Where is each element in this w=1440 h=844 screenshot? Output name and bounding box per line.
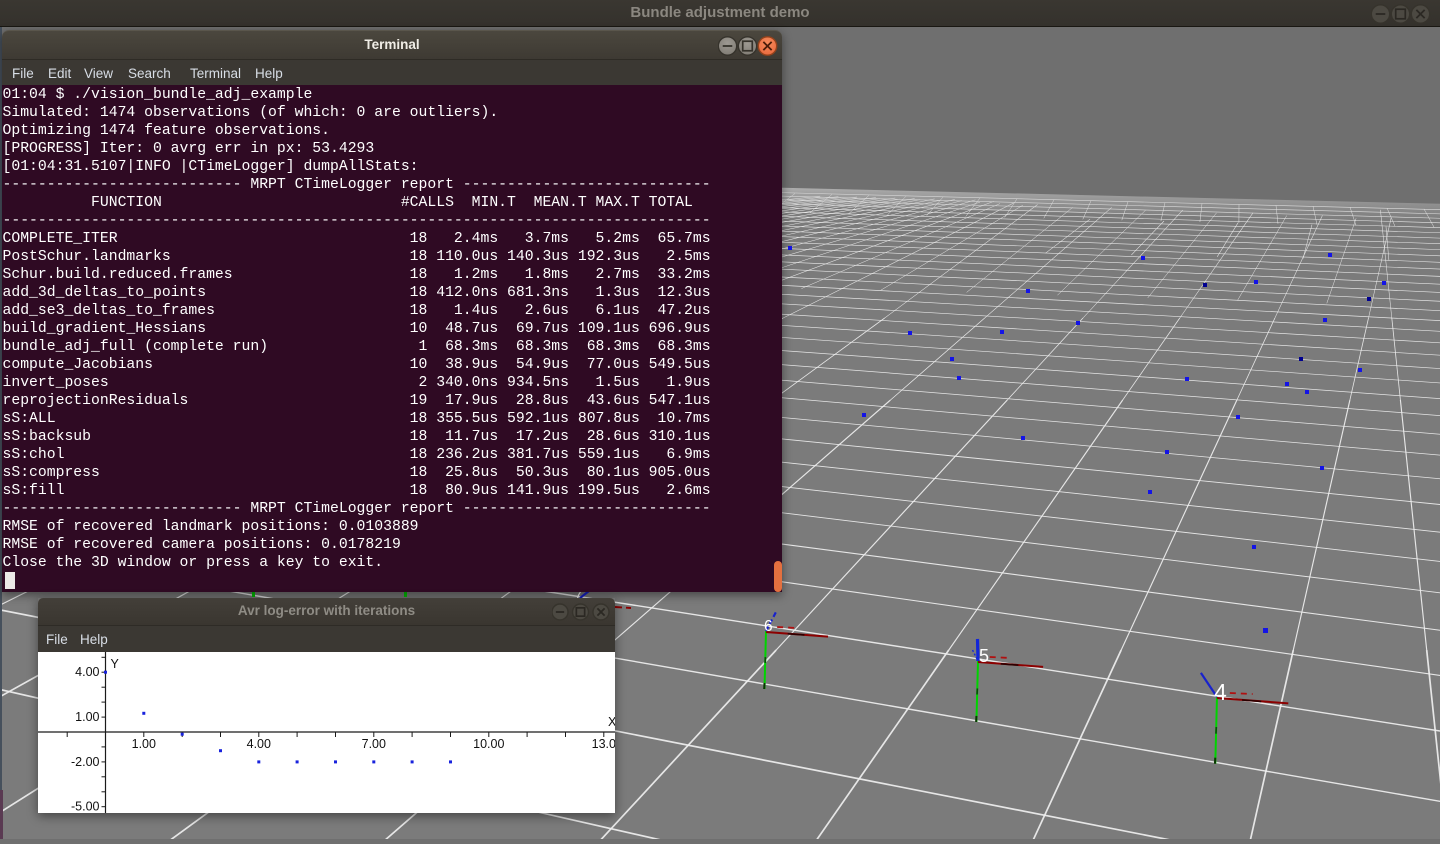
svg-text:-5.00: -5.00 [71,800,100,813]
svg-text:7.00: 7.00 [362,737,386,751]
svg-text:Y: Y [111,657,120,671]
svg-text:13.0: 13.0 [592,737,615,751]
svg-text:5: 5 [979,646,989,666]
svg-text:X: X [608,715,615,729]
svg-text:-2.00: -2.00 [71,755,100,769]
svg-text:6: 6 [764,618,773,635]
svg-text:1.00: 1.00 [75,710,99,724]
svg-text:4.00: 4.00 [75,665,99,679]
svg-text:1.00: 1.00 [132,737,156,751]
svg-text:10.00: 10.00 [473,737,504,751]
svg-text:4.00: 4.00 [247,737,271,751]
svg-text:4: 4 [1214,679,1227,705]
